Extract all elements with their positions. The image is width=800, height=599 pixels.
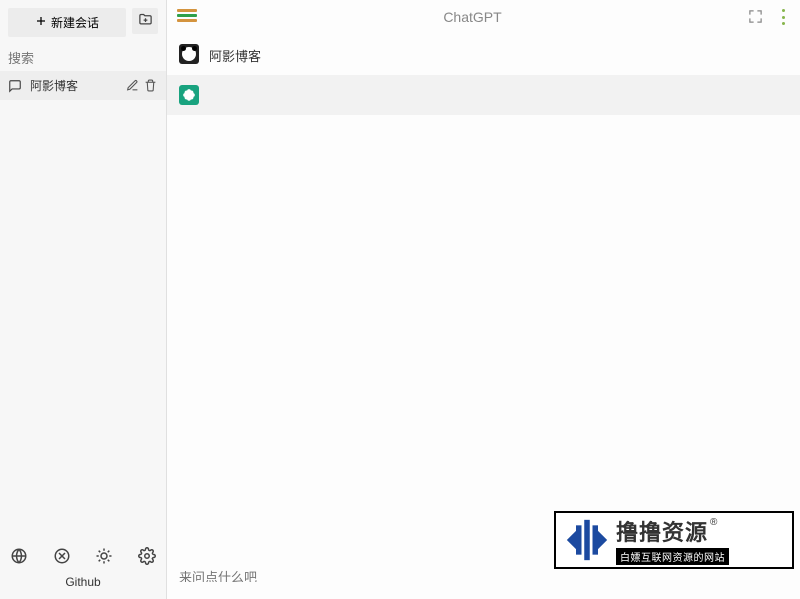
icon-row xyxy=(6,541,160,571)
user-message: 阿影博客 xyxy=(167,34,800,75)
new-chat-button[interactable]: 新建会话 xyxy=(8,8,126,37)
theme-icon[interactable] xyxy=(93,545,115,567)
sidebar-top: 新建会话 xyxy=(0,0,166,45)
assistant-avatar xyxy=(179,85,199,105)
user-message-text: 阿影博客 xyxy=(209,44,261,65)
sidebar: 新建会话 Aa 阿影博客 Github xyxy=(0,0,167,599)
chat-icon xyxy=(8,79,24,93)
search-input[interactable] xyxy=(8,51,184,66)
chat-input[interactable] xyxy=(179,567,788,582)
watermark-r: ® xyxy=(710,517,717,528)
main-header: ChatGPT xyxy=(167,0,800,34)
messages-area: 阿影博客 xyxy=(167,34,800,557)
conversation-actions xyxy=(126,79,158,93)
conversation-list: 阿影博客 xyxy=(0,71,166,537)
new-chat-label: 新建会话 xyxy=(51,14,99,31)
plus-icon xyxy=(35,15,47,30)
settings-icon[interactable] xyxy=(136,545,158,567)
more-icon[interactable] xyxy=(776,9,790,25)
clear-icon[interactable] xyxy=(51,545,73,567)
watermark-sub: 白嫖互联网资源的网站 xyxy=(620,553,725,564)
menu-icon[interactable] xyxy=(177,9,197,25)
watermark-main: 撸撸资源 xyxy=(616,515,708,547)
conversation-item[interactable]: 阿影博客 xyxy=(0,71,166,100)
main-panel: ChatGPT 阿影博客 xyxy=(167,0,800,599)
page-title: ChatGPT xyxy=(197,9,748,25)
folder-icon xyxy=(138,12,153,30)
assistant-message xyxy=(167,75,800,115)
search-row: Aa xyxy=(0,45,166,71)
language-icon[interactable] xyxy=(8,545,30,567)
delete-icon[interactable] xyxy=(144,79,158,93)
expand-icon[interactable] xyxy=(748,9,764,25)
github-link[interactable]: Github xyxy=(6,571,160,597)
user-avatar xyxy=(179,44,199,64)
header-actions xyxy=(748,9,790,25)
watermark-text: 撸撸资源 ® 白嫖互联网资源的网站 xyxy=(616,515,729,565)
watermark: 撸撸资源 ® 白嫖互联网资源的网站 xyxy=(554,511,794,569)
sidebar-bottom: Github xyxy=(0,537,166,599)
watermark-logo-icon xyxy=(564,517,610,563)
folder-button[interactable] xyxy=(132,8,158,34)
conversation-title: 阿影博客 xyxy=(30,77,120,94)
edit-icon[interactable] xyxy=(126,79,140,93)
